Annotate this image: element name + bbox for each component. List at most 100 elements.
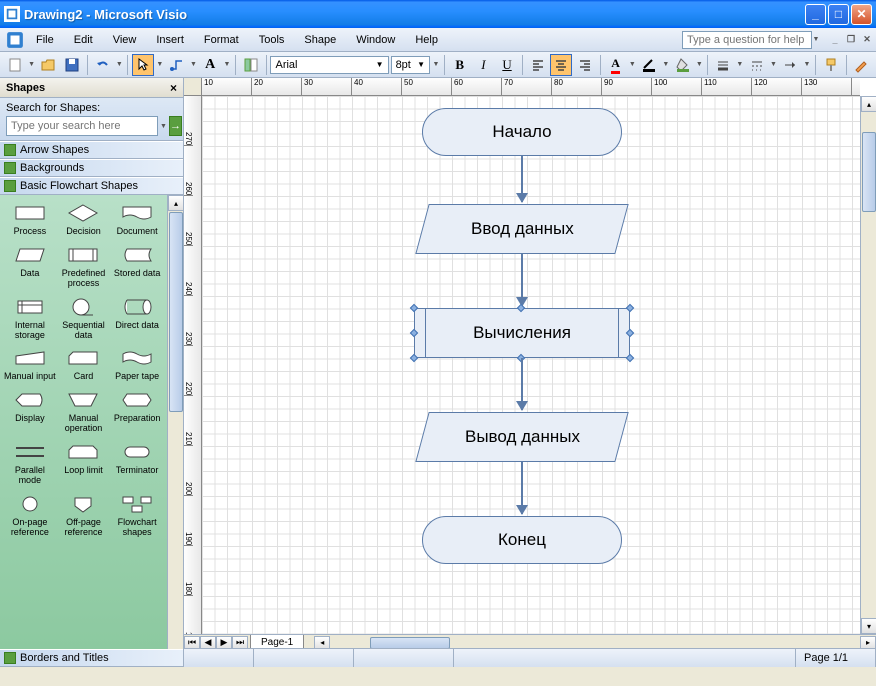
underline-button[interactable]: U [496, 54, 518, 76]
font-size-dropdown[interactable]: ▼ [432, 61, 440, 68]
shapes-search-dropdown[interactable]: ▼ [160, 116, 167, 136]
shapes-pane-button[interactable] [240, 54, 262, 76]
flowchart-predefined-process[interactable]: Вычисления [414, 308, 630, 358]
align-right-button[interactable] [574, 54, 596, 76]
shape-document[interactable]: Document [111, 199, 163, 239]
flowchart-output-data[interactable]: Вывод данных [415, 412, 628, 462]
shape-display[interactable]: Display [4, 386, 56, 436]
shape-preparation[interactable]: Preparation [111, 386, 163, 436]
line-color-dropdown[interactable]: ▼ [662, 61, 670, 68]
undo-button[interactable] [92, 54, 114, 76]
flowchart-connector[interactable] [521, 462, 523, 514]
align-left-button[interactable] [527, 54, 549, 76]
align-center-button[interactable] [550, 54, 572, 76]
format-painter-button[interactable] [820, 54, 842, 76]
shape-flowchart-shapes[interactable]: Flowchart shapes [111, 490, 163, 540]
statusbar: Page 1/1 [184, 648, 876, 667]
stencil-backgrounds[interactable]: Backgrounds [0, 159, 183, 177]
menu-edit[interactable]: Edit [66, 32, 101, 48]
menu-shape[interactable]: Shape [296, 32, 344, 48]
flowchart-start-terminator[interactable]: Начало [422, 108, 622, 156]
shape-sequential-data[interactable]: Sequential data [58, 293, 110, 343]
fill-color-button[interactable] [672, 54, 694, 76]
help-search-dropdown[interactable]: ▼ [812, 36, 820, 43]
shapes-search-go-button[interactable]: → [169, 116, 182, 136]
shapes-scrollbar[interactable]: ▴ [167, 195, 183, 649]
menu-format[interactable]: Format [196, 32, 247, 48]
shape-process[interactable]: Process [4, 199, 56, 239]
font-color-button[interactable]: A [605, 54, 627, 76]
shape-loop-limit[interactable]: Loop limit [58, 438, 110, 488]
line-pattern-dropdown[interactable]: ▼ [769, 61, 777, 68]
new-dropdown[interactable]: ▼ [28, 61, 36, 68]
line-pattern-button[interactable] [746, 54, 768, 76]
line-weight-button[interactable] [712, 54, 734, 76]
shape-parallel-mode[interactable]: Parallel mode [4, 438, 56, 488]
shape-card[interactable]: Card [58, 344, 110, 384]
menu-insert[interactable]: Insert [148, 32, 192, 48]
line-ends-dropdown[interactable]: ▼ [803, 61, 811, 68]
doc-restore-button[interactable]: ❐ [844, 34, 858, 46]
minimize-button[interactable]: _ [805, 4, 826, 25]
font-name-combo[interactable]: Arial▼ [270, 56, 388, 74]
flowchart-connector[interactable] [521, 156, 523, 202]
italic-button[interactable]: I [473, 54, 495, 76]
stencil-basic-flowchart[interactable]: Basic Flowchart Shapes [0, 177, 183, 195]
font-color-dropdown[interactable]: ▼ [628, 61, 636, 68]
doc-minimize-button[interactable]: _ [828, 34, 842, 46]
shapes-panel: Shapes × Search for Shapes: ▼ → Arrow Sh… [0, 78, 184, 667]
shape-predefined-process[interactable]: Predefined process [58, 241, 110, 291]
new-button[interactable] [4, 54, 26, 76]
stencil-borders-titles[interactable]: Borders and Titles [0, 649, 183, 667]
shapes-search-input[interactable] [6, 116, 158, 136]
canvas-scrollbar-vertical[interactable]: ▴ ▾ [860, 96, 876, 634]
pointer-dropdown[interactable]: ▼ [156, 61, 164, 68]
shape-offpage-reference[interactable]: Off-page reference [58, 490, 110, 540]
shape-manual-input[interactable]: Manual input [4, 344, 56, 384]
close-button[interactable]: ✕ [851, 4, 872, 25]
drawing-canvas[interactable]: Начало Ввод данных Вычисления Вывод данн… [202, 96, 860, 634]
shape-internal-storage[interactable]: Internal storage [4, 293, 56, 343]
line-weight-dropdown[interactable]: ▼ [736, 61, 744, 68]
save-button[interactable] [61, 54, 83, 76]
shape-direct-data[interactable]: Direct data [111, 293, 163, 343]
shape-decision[interactable]: Decision [58, 199, 110, 239]
undo-dropdown[interactable]: ▼ [115, 61, 123, 68]
flowchart-end-terminator[interactable]: Конец [422, 516, 622, 564]
flowchart-connector[interactable] [521, 254, 523, 306]
open-button[interactable] [38, 54, 60, 76]
flowchart-connector[interactable] [521, 358, 523, 410]
shape-stored-data[interactable]: Stored data [111, 241, 163, 291]
shape-terminator[interactable]: Terminator [111, 438, 163, 488]
text-tool[interactable]: A [199, 54, 221, 76]
maximize-button[interactable]: □ [828, 4, 849, 25]
menu-file[interactable]: File [28, 32, 62, 48]
shape-paper-tape[interactable]: Paper tape [111, 344, 163, 384]
menu-window[interactable]: Window [348, 32, 403, 48]
menu-view[interactable]: View [105, 32, 145, 48]
menu-help[interactable]: Help [407, 32, 446, 48]
connector-tool[interactable] [166, 54, 188, 76]
line-color-button[interactable] [638, 54, 660, 76]
connector-dropdown[interactable]: ▼ [189, 61, 197, 68]
text-dropdown[interactable]: ▼ [223, 61, 231, 68]
shape-onpage-reference[interactable]: On-page reference [4, 490, 56, 540]
ink-button[interactable] [850, 54, 872, 76]
stencil-arrow-shapes[interactable]: Arrow Shapes [0, 141, 183, 159]
fill-color-dropdown[interactable]: ▼ [695, 61, 703, 68]
shape-manual-operation[interactable]: Manual operation [58, 386, 110, 436]
doc-close-button[interactable]: ✕ [860, 34, 874, 46]
shape-data[interactable]: Data [4, 241, 56, 291]
shapes-panel-close[interactable]: × [170, 81, 177, 95]
status-cell [254, 649, 354, 667]
separator [235, 55, 236, 75]
separator [815, 55, 816, 75]
visio-icon[interactable] [6, 31, 24, 49]
pointer-tool[interactable] [132, 54, 154, 76]
help-search-input[interactable] [682, 31, 812, 49]
font-size-combo[interactable]: 8pt▼ [391, 56, 430, 74]
flowchart-input-data[interactable]: Ввод данных [415, 204, 628, 254]
menu-tools[interactable]: Tools [251, 32, 293, 48]
line-ends-button[interactable] [779, 54, 801, 76]
bold-button[interactable]: B [449, 54, 471, 76]
